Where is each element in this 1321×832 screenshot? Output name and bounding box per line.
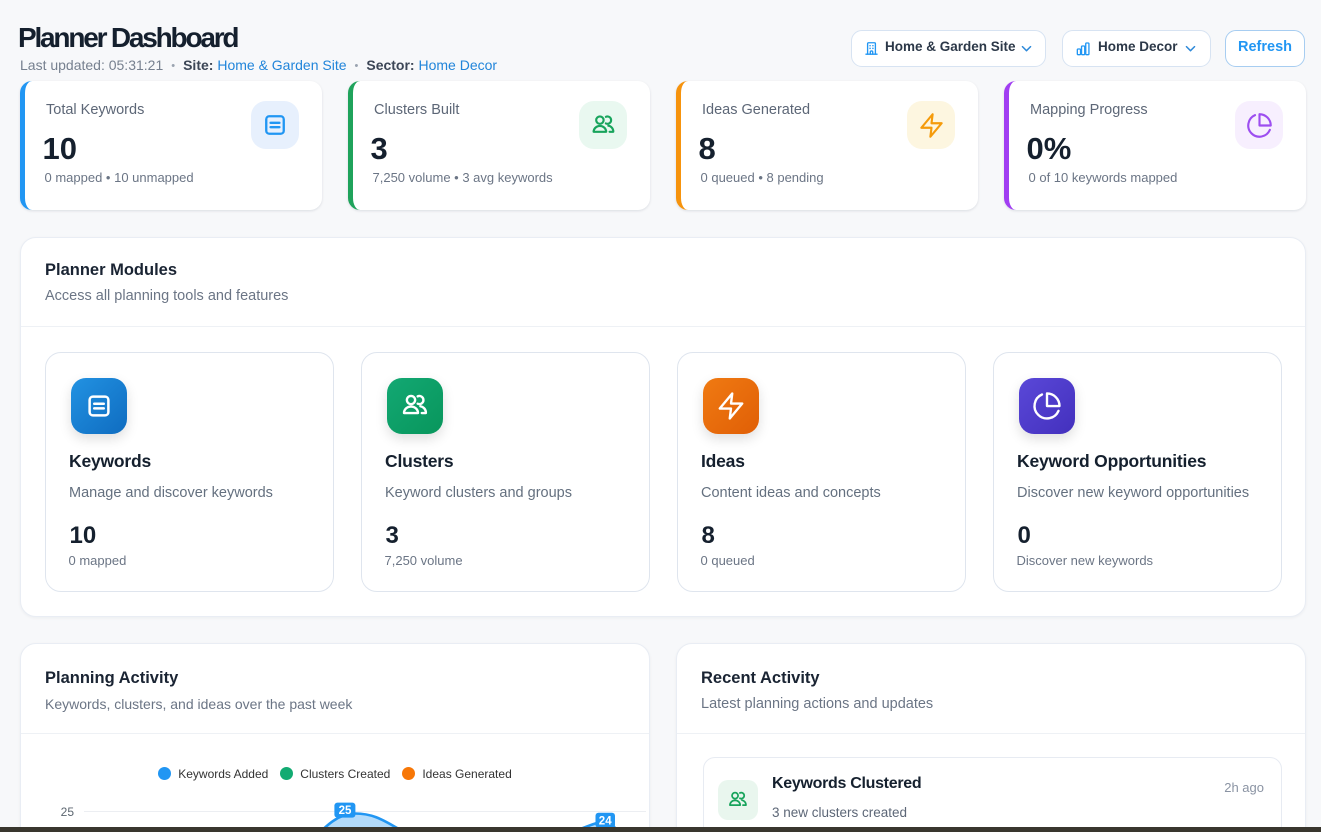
svg-text:24: 24 [599, 815, 612, 827]
svg-text:25: 25 [339, 805, 352, 817]
